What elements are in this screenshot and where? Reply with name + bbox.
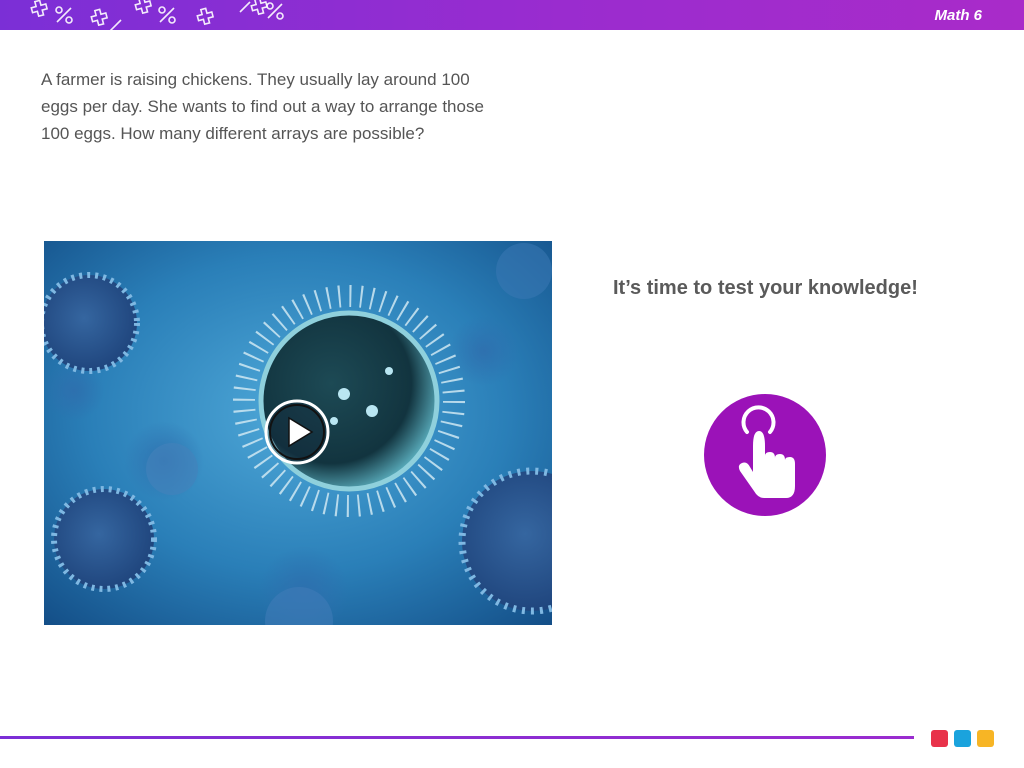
plus-icon [30,0,49,18]
play-icon[interactable] [264,399,330,465]
percent-icon [239,1,251,13]
course-title: Math 6 [934,7,982,24]
blue-dot [954,730,971,747]
start-quiz-button[interactable] [704,394,826,516]
plus-icon [250,0,269,16]
question-text: A farmer is raising chickens. They usual… [41,70,484,143]
yellow-dot [977,730,994,747]
header-pattern [30,0,284,30]
percent-icon [109,19,122,30]
plus-icon [90,8,109,27]
percent-icon [266,2,284,20]
percent-icon [158,6,176,24]
video-player[interactable] [44,241,552,625]
plus-icon [134,0,153,15]
test-prompt: It’s time to test your knowledge! [613,277,918,299]
plus-icon [196,7,215,26]
percent-icon [55,6,73,24]
hand-pointer-icon [738,405,795,498]
red-dot [931,730,948,747]
footer-divider [0,736,914,739]
header-bar: Math 6 [0,0,1024,30]
